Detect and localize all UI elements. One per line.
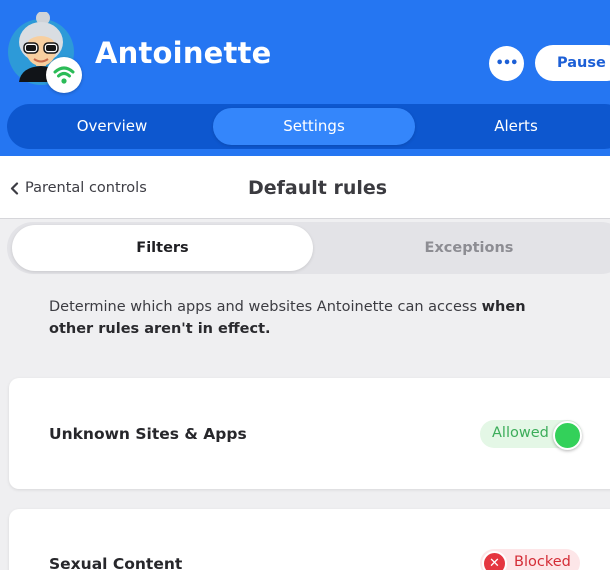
toggle-status-text: Blocked [514,554,571,570]
rule-label: Sexual Content [49,555,183,570]
rule-card-unknown-sites[interactable]: Unknown Sites & Apps Allowed [9,378,610,489]
page-subheader: Parental controls Default rules [0,156,610,219]
description-text: Determine which apps and websites Antoin… [49,299,482,315]
profile-header: Antoinette ••• Pause Overview Settings A… [0,0,610,156]
toggle-knob[interactable] [553,421,582,450]
rule-card-sexual-content[interactable]: Sexual Content ✕ Blocked [9,509,610,570]
allowed-toggle[interactable]: Allowed [480,420,582,450]
page-title: Default rules [248,177,388,199]
rules-segment-control: Filters Exceptions [7,222,610,274]
tab-alerts[interactable]: Alerts [421,108,610,145]
segment-filters[interactable]: Filters [12,225,313,271]
toggle-status-text: Allowed [492,425,549,441]
wifi-icon [53,66,75,84]
blocked-toggle[interactable]: ✕ Blocked [480,549,580,570]
rule-label: Unknown Sites & Apps [49,425,247,443]
profile-name: Antoinette [95,36,272,70]
tab-overview[interactable]: Overview [17,108,207,145]
chevron-left-icon [10,181,19,195]
wifi-status-badge [46,57,82,93]
back-link-label: Parental controls [25,180,147,196]
more-options-button[interactable]: ••• [489,46,524,81]
rules-description: Determine which apps and websites Antoin… [49,296,569,340]
main-tabs: Overview Settings Alerts [7,104,610,149]
pause-button[interactable]: Pause [535,45,610,81]
x-icon[interactable]: ✕ [482,551,507,570]
segment-exceptions[interactable]: Exceptions [319,225,610,271]
back-link[interactable]: Parental controls [10,180,147,196]
tab-settings[interactable]: Settings [213,108,415,145]
